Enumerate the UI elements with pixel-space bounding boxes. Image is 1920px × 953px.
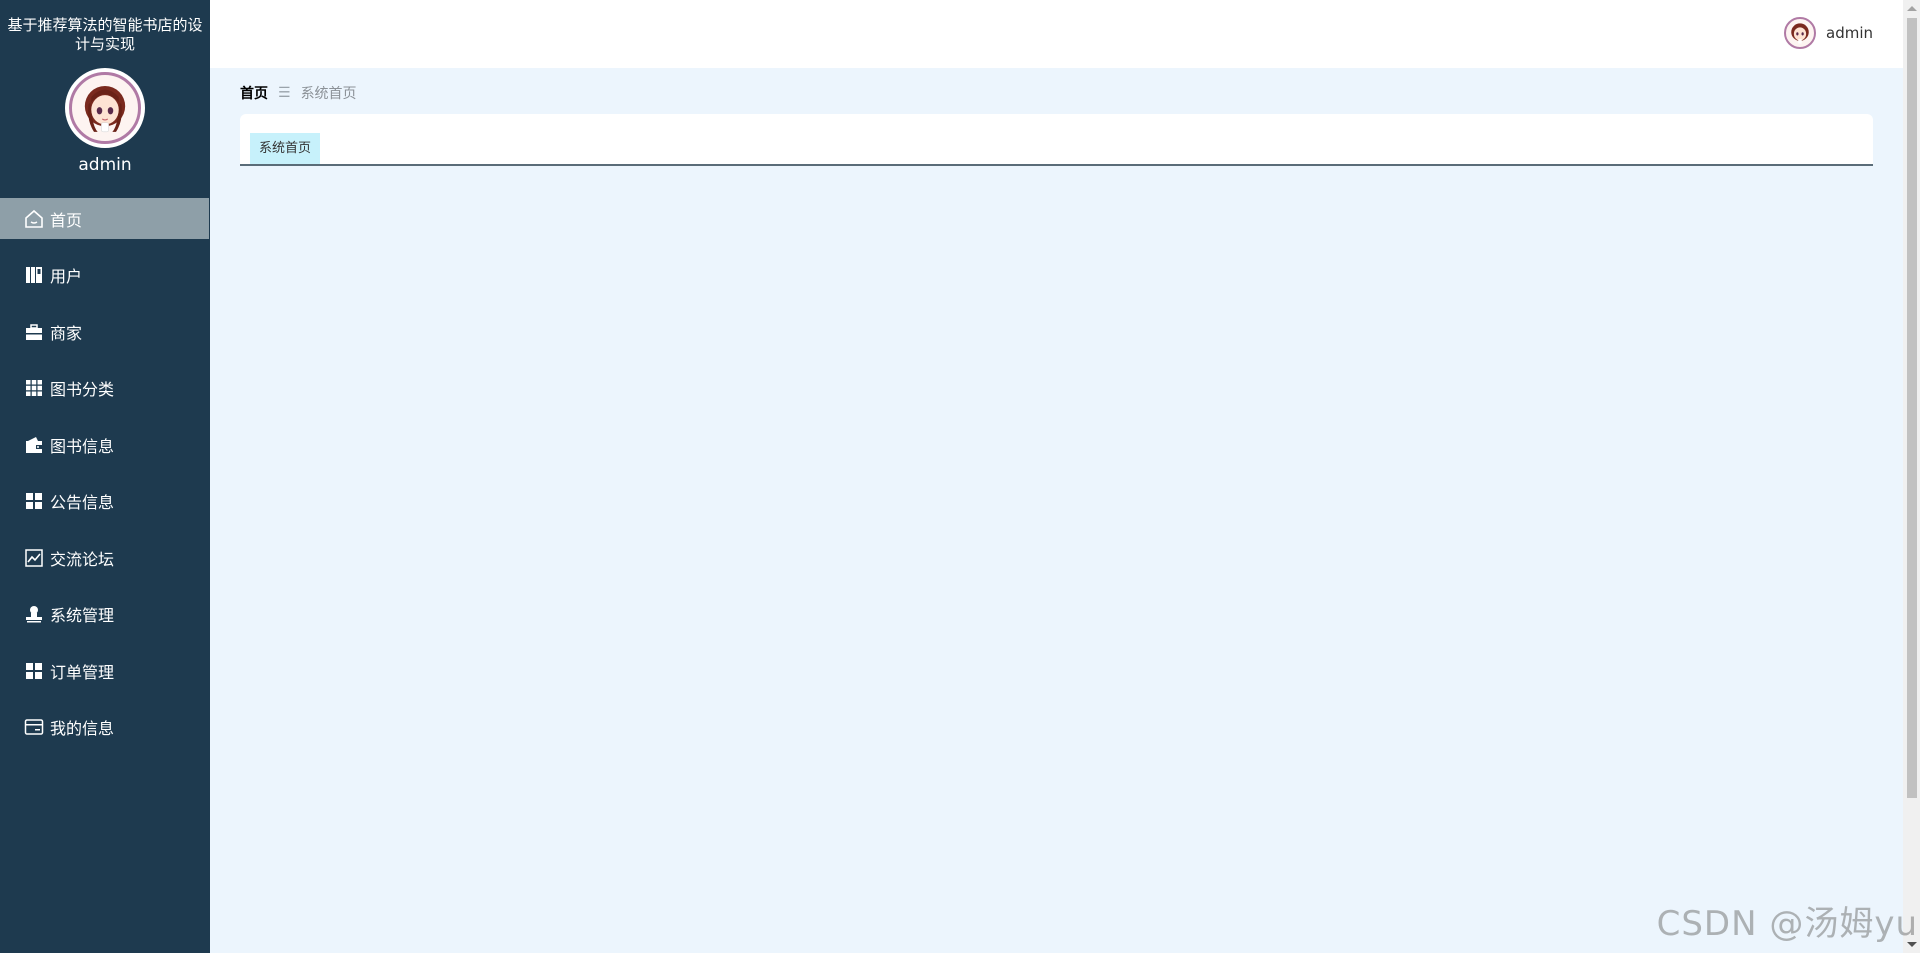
top-bar: admin [210,0,1903,68]
breadcrumb-separator-icon: ☰ [278,85,291,101]
sidebar: 基于推荐算法的智能书店的设计与实现 admin 首页 用户 商家 图书分类 图书… [0,0,210,953]
sidebar-item-merchant[interactable]: 商家 [0,311,210,352]
breadcrumb-home[interactable]: 首页 [240,83,268,103]
card-icon [24,717,44,737]
avatar [1784,17,1816,49]
sidebar-item-label: 订单管理 [50,662,115,682]
sidebar-item-forum[interactable]: 交流论坛 [0,537,210,578]
breadcrumb-current: 系统首页 [300,86,357,102]
wallet-icon [24,435,44,455]
sidebar-item-label: 我的信息 [50,719,115,738]
briefcase-icon [24,322,44,342]
sidebar-item-notice[interactable]: 公告信息 [0,481,210,522]
sidebar-item-label: 商家 [50,323,83,343]
sidebar-item-book-category[interactable]: 图书分类 [0,368,210,409]
tabs-bar: 系统首页 [240,114,1873,166]
sidebar-item-orders[interactable]: 订单管理 [0,650,210,691]
sidebar-menu: 首页 用户 商家 图书分类 图书信息 公告信息 交流论坛 系统管理 订单管理 我… [0,198,210,748]
vertical-scrollbar[interactable] [1903,0,1920,953]
sidebar-username: admin [78,155,132,175]
sidebar-item-label: 图书分类 [50,380,115,399]
dashboard-icon [24,491,44,511]
tab-system-home[interactable]: 系统首页 [250,133,321,164]
sidebar-item-system[interactable]: 系统管理 [0,594,210,635]
sidebar-item-label: 系统管理 [50,606,115,625]
grid-icon [24,378,44,398]
sidebar-item-book-info[interactable]: 图书信息 [0,424,210,465]
breadcrumb: 首页 ☰ 系统首页 [240,83,357,103]
user-stamp-icon [24,604,44,624]
home-icon [24,209,44,229]
sidebar-item-label: 交流论坛 [50,549,115,569]
sidebar-item-label: 首页 [50,210,83,230]
top-user-menu[interactable]: admin [1784,17,1873,49]
sidebar-item-label: 用户 [50,267,83,286]
watermark: CSDN @汤姆yu [1656,904,1918,944]
scroll-thumb[interactable] [1907,18,1917,798]
system-title: 基于推荐算法的智能书店的设计与实现 [7,16,203,53]
top-username: admin [1826,24,1873,42]
scroll-up-icon[interactable] [1907,6,1917,11]
chart-icon [24,548,44,568]
avatar-image [69,72,141,144]
sidebar-item-label: 公告信息 [50,493,115,512]
sidebar-item-users[interactable]: 用户 [0,255,210,296]
sidebar-avatar[interactable] [65,68,145,148]
sidebar-item-label: 图书信息 [50,436,115,456]
sidebar-item-home[interactable]: 首页 [0,198,209,239]
book-icon [24,265,44,285]
dashboard-icon [24,661,44,681]
sidebar-item-my-info[interactable]: 我的信息 [0,707,210,748]
